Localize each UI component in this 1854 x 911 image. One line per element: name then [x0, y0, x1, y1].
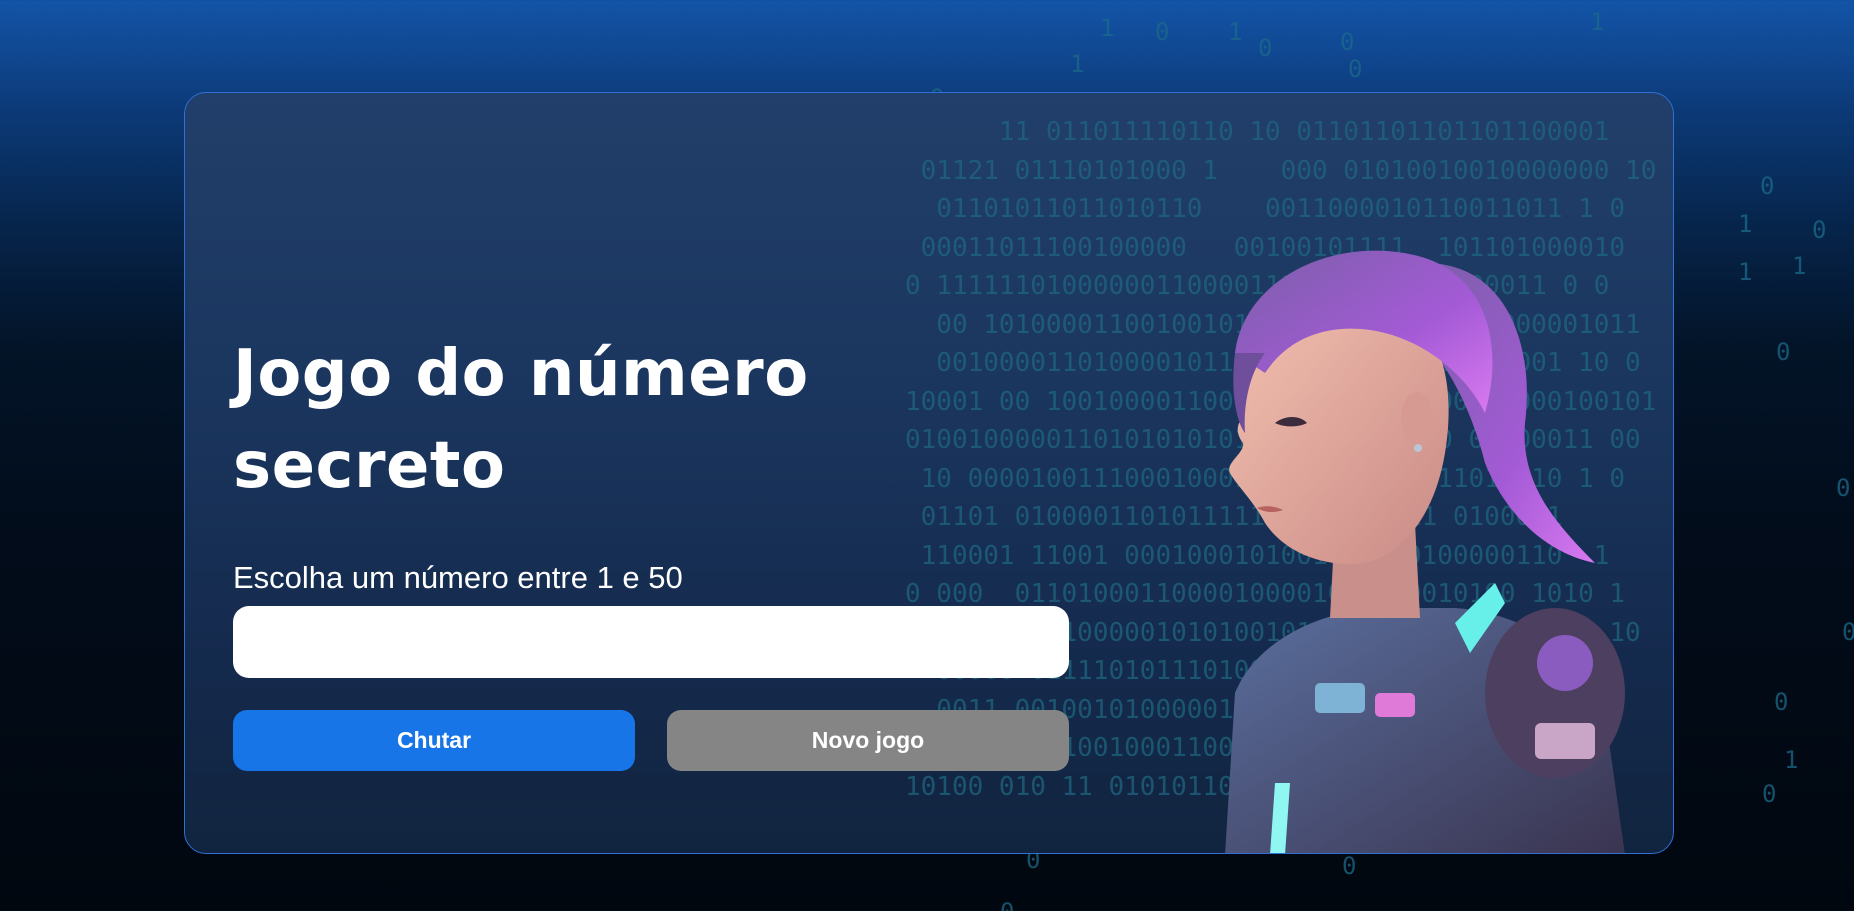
page-title-line-1: Jogo do número — [233, 337, 809, 411]
guess-input[interactable] — [233, 606, 1069, 678]
new-game-button[interactable]: Novo jogo — [667, 710, 1069, 771]
button-row: Chutar Novo jogo — [233, 710, 1073, 771]
number-prompt-label: Escolha um número entre 1 e 50 — [233, 560, 683, 595]
page-title-line-2: secreto — [233, 429, 506, 503]
guess-button[interactable]: Chutar — [233, 710, 635, 771]
game-card: 11 011011110110 10 01101101101101100001 … — [184, 92, 1674, 854]
game-content: Jogo do número secreto Escolha um número… — [233, 328, 1073, 771]
astronaut-girl-illustration — [1225, 250, 1625, 853]
page-title: Jogo do número secreto — [233, 328, 1073, 512]
